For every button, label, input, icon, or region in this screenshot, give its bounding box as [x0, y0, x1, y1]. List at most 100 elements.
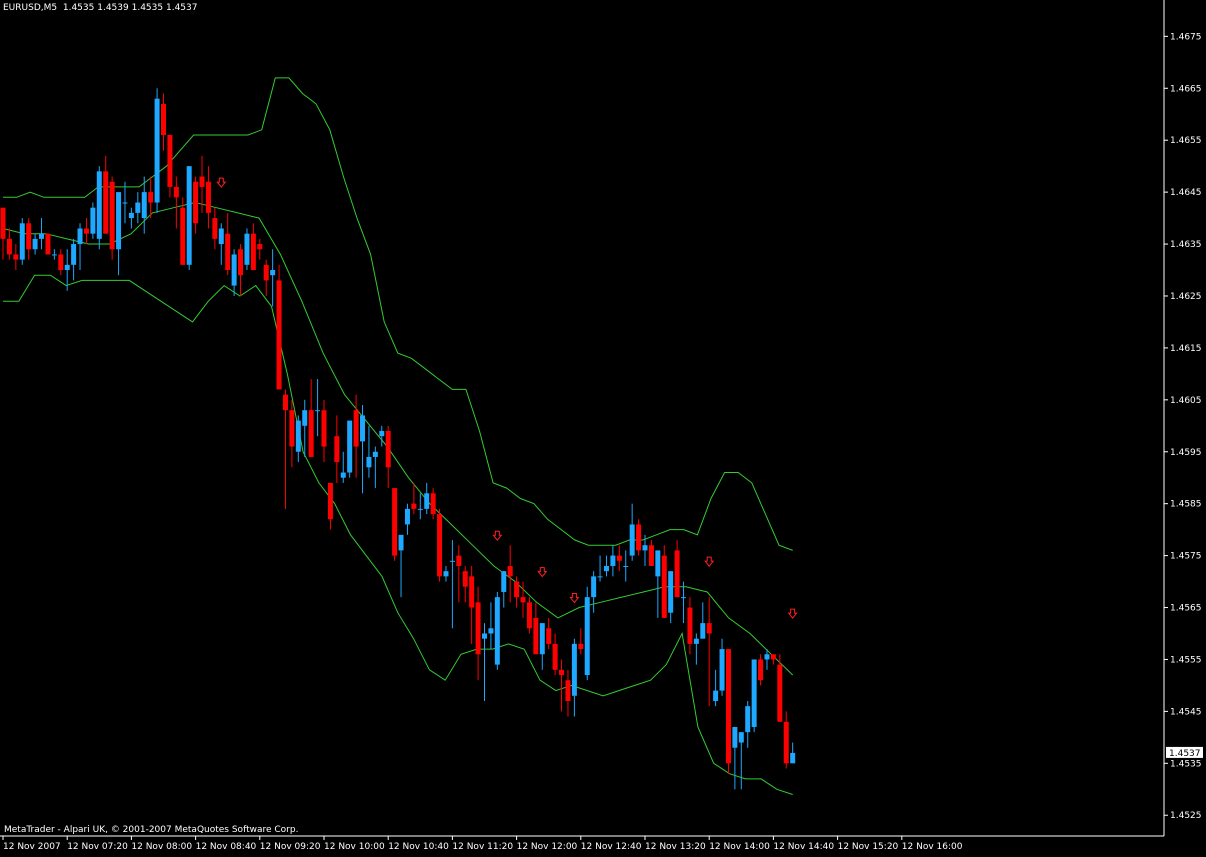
candle [193, 176, 199, 234]
candle [546, 617, 552, 650]
open-value: 1.4535 [62, 3, 95, 13]
x-tick-label: 12 Nov 14:40 [773, 842, 834, 852]
candle-body [745, 706, 751, 733]
candle [302, 399, 308, 457]
candle-body [161, 103, 166, 136]
candle [366, 425, 372, 478]
down-arrow-icon [537, 567, 548, 578]
candle-body [578, 643, 584, 650]
candle-body [193, 181, 199, 224]
candle [745, 700, 751, 748]
y-tick-label: 1.4675 [1170, 32, 1202, 42]
candle [501, 571, 507, 608]
candle-body [437, 514, 443, 577]
x-tick-label: 12 Nov 14:00 [709, 842, 770, 852]
y-tick-label: 1.4595 [1170, 448, 1202, 458]
candle [687, 597, 693, 655]
candle [276, 264, 282, 390]
candle [616, 545, 622, 572]
price-chart[interactable]: 1.4525 1.4535 1.4545 1.4555 1.4565 1.4575 1.45… [0, 0, 1206, 857]
candle [141, 176, 147, 234]
x-tick-label: 12 Nov 16:00 [902, 842, 963, 852]
y-tick-label: 1.4605 [1170, 396, 1202, 406]
candle [719, 638, 725, 696]
candle-body [39, 233, 45, 239]
candle-body [764, 654, 770, 660]
candle [494, 591, 500, 670]
candle-body [674, 550, 680, 598]
x-tick-label: 12 Nov 08:00 [131, 842, 192, 852]
candle-body [629, 524, 635, 556]
candle-body [700, 623, 706, 639]
candle [539, 623, 545, 670]
candle-body [282, 394, 288, 411]
candle [161, 93, 166, 151]
candle-body [302, 410, 308, 426]
x-tick-label: 12 Nov 12:40 [581, 842, 642, 852]
candle [135, 192, 141, 224]
candle [0, 207, 6, 260]
candle [96, 166, 102, 250]
candle-body [347, 420, 353, 473]
candle-body [469, 576, 475, 608]
candle-body [777, 664, 783, 722]
candle-body [321, 410, 327, 447]
candle [71, 238, 77, 281]
candle-body [616, 555, 622, 561]
candle-body [385, 430, 391, 468]
candle [758, 654, 764, 686]
candle-body [559, 669, 565, 676]
candle-body [462, 571, 468, 587]
candle [469, 565, 475, 644]
candle-body [494, 597, 500, 665]
candle [449, 540, 455, 629]
x-tick-label: 12 Nov 15:20 [838, 842, 899, 852]
candle-body [668, 571, 674, 613]
candle-body [109, 181, 115, 250]
candle [167, 135, 173, 198]
candle-body [770, 654, 776, 660]
candle [482, 623, 487, 701]
candle-body [732, 726, 738, 748]
candle [610, 545, 616, 577]
y-tick-label: 1.4525 [1170, 811, 1202, 821]
y-tick-label: 1.4615 [1170, 344, 1202, 354]
x-tick-label: 12 Nov 10:00 [324, 842, 385, 852]
y-tick-label: 1.4665 [1170, 84, 1202, 94]
x-tick-label: 12 Nov 12:00 [517, 842, 578, 852]
candle [77, 223, 83, 271]
candle [122, 181, 128, 224]
y-tick-label: 1.4575 [1170, 552, 1202, 562]
candle [282, 389, 288, 509]
candle [186, 166, 192, 271]
candle [347, 420, 353, 478]
candle [411, 482, 417, 515]
x-tick-label: 12 Nov 09:20 [260, 842, 321, 852]
candle-body [719, 649, 725, 691]
candle-body [186, 166, 192, 265]
candle-body [366, 456, 372, 468]
candle [623, 550, 629, 582]
candle [732, 726, 738, 790]
candle-body [693, 638, 699, 644]
candle-body [713, 690, 719, 701]
candle-body [26, 223, 32, 250]
candle [379, 425, 385, 447]
x-tick-label: 12 Nov 07:20 [67, 842, 128, 852]
candle [597, 555, 603, 582]
candle-body [315, 410, 321, 412]
candle [398, 534, 404, 598]
candle [661, 545, 667, 618]
candle [180, 197, 186, 265]
down-arrow-icon [216, 177, 227, 188]
candle-body [225, 233, 231, 271]
candle [39, 218, 45, 250]
candle-body [758, 659, 764, 681]
candle-body [96, 171, 102, 239]
candle-body [45, 233, 51, 255]
x-tick-label: 12 Nov 11:20 [452, 842, 513, 852]
low-value: 1.4535 [131, 3, 164, 13]
candle-body [360, 415, 366, 442]
candle [655, 550, 661, 618]
candle-body [539, 623, 545, 655]
